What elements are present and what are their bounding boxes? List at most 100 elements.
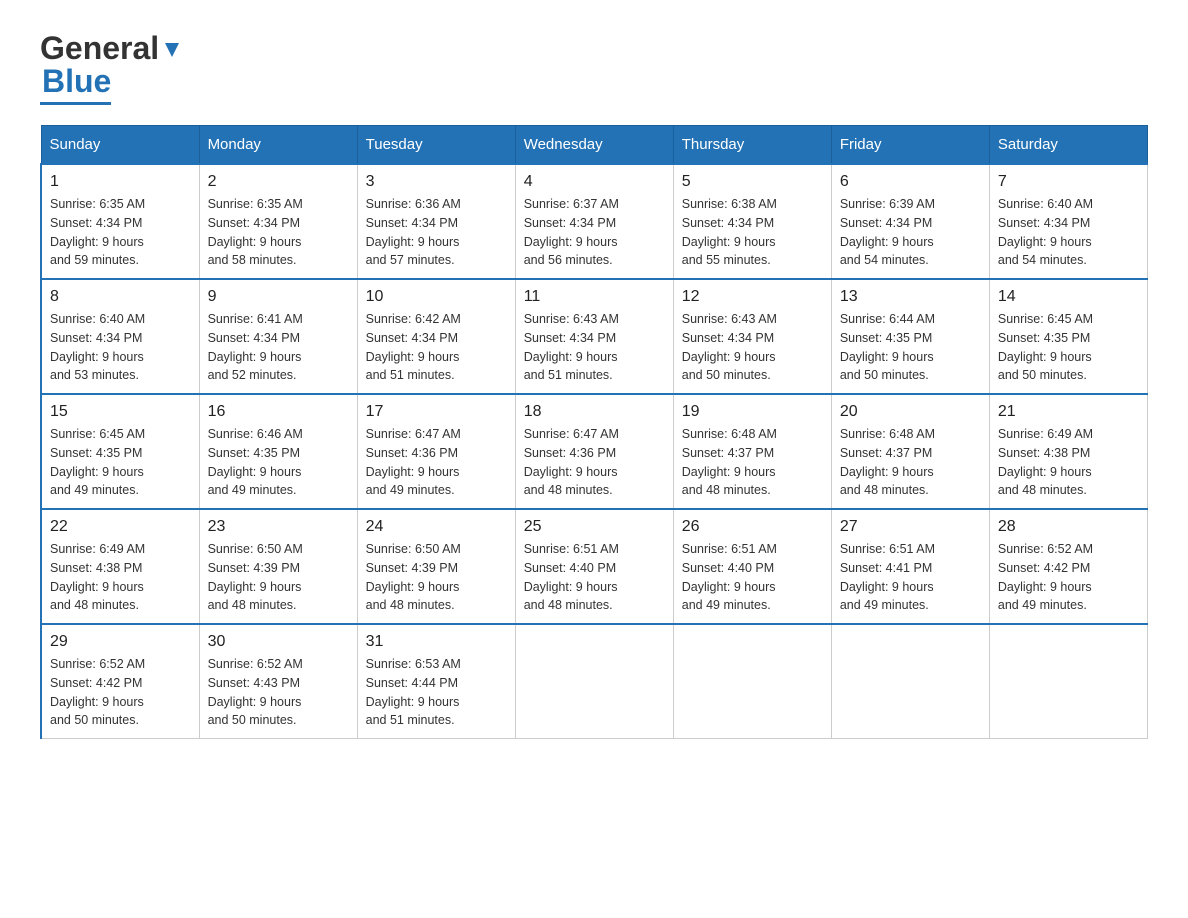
day-info: Sunrise: 6:52 AM Sunset: 4:43 PM Dayligh…: [208, 655, 349, 730]
day-number: 6: [840, 173, 981, 191]
calendar-cell: [831, 624, 989, 739]
day-number: 8: [50, 288, 191, 306]
day-info: Sunrise: 6:41 AM Sunset: 4:34 PM Dayligh…: [208, 310, 349, 385]
day-number: 11: [524, 288, 665, 306]
day-number: 3: [366, 173, 507, 191]
day-info: Sunrise: 6:42 AM Sunset: 4:34 PM Dayligh…: [366, 310, 507, 385]
day-number: 1: [50, 173, 191, 191]
day-info: Sunrise: 6:43 AM Sunset: 4:34 PM Dayligh…: [682, 310, 823, 385]
weekday-header-tuesday: Tuesday: [357, 126, 515, 165]
day-info: Sunrise: 6:36 AM Sunset: 4:34 PM Dayligh…: [366, 195, 507, 270]
calendar-cell: 30 Sunrise: 6:52 AM Sunset: 4:43 PM Dayl…: [199, 624, 357, 739]
calendar-cell: 20 Sunrise: 6:48 AM Sunset: 4:37 PM Dayl…: [831, 394, 989, 509]
weekday-header-wednesday: Wednesday: [515, 126, 673, 165]
calendar-cell: [515, 624, 673, 739]
calendar-cell: 19 Sunrise: 6:48 AM Sunset: 4:37 PM Dayl…: [673, 394, 831, 509]
day-info: Sunrise: 6:47 AM Sunset: 4:36 PM Dayligh…: [524, 425, 665, 500]
day-info: Sunrise: 6:39 AM Sunset: 4:34 PM Dayligh…: [840, 195, 981, 270]
day-number: 2: [208, 173, 349, 191]
day-info: Sunrise: 6:50 AM Sunset: 4:39 PM Dayligh…: [208, 540, 349, 615]
calendar-week-row: 22 Sunrise: 6:49 AM Sunset: 4:38 PM Dayl…: [41, 509, 1148, 624]
calendar-cell: 14 Sunrise: 6:45 AM Sunset: 4:35 PM Dayl…: [989, 279, 1147, 394]
day-info: Sunrise: 6:46 AM Sunset: 4:35 PM Dayligh…: [208, 425, 349, 500]
calendar-cell: 3 Sunrise: 6:36 AM Sunset: 4:34 PM Dayli…: [357, 164, 515, 279]
day-info: Sunrise: 6:43 AM Sunset: 4:34 PM Dayligh…: [524, 310, 665, 385]
calendar-cell: 27 Sunrise: 6:51 AM Sunset: 4:41 PM Dayl…: [831, 509, 989, 624]
calendar-cell: 15 Sunrise: 6:45 AM Sunset: 4:35 PM Dayl…: [41, 394, 199, 509]
day-number: 21: [998, 403, 1139, 421]
weekday-header-row: SundayMondayTuesdayWednesdayThursdayFrid…: [41, 126, 1148, 165]
day-number: 9: [208, 288, 349, 306]
day-number: 7: [998, 173, 1139, 191]
day-number: 14: [998, 288, 1139, 306]
calendar-cell: 21 Sunrise: 6:49 AM Sunset: 4:38 PM Dayl…: [989, 394, 1147, 509]
calendar-cell: 22 Sunrise: 6:49 AM Sunset: 4:38 PM Dayl…: [41, 509, 199, 624]
calendar-cell: 25 Sunrise: 6:51 AM Sunset: 4:40 PM Dayl…: [515, 509, 673, 624]
day-info: Sunrise: 6:44 AM Sunset: 4:35 PM Dayligh…: [840, 310, 981, 385]
calendar-week-row: 8 Sunrise: 6:40 AM Sunset: 4:34 PM Dayli…: [41, 279, 1148, 394]
calendar-cell: 9 Sunrise: 6:41 AM Sunset: 4:34 PM Dayli…: [199, 279, 357, 394]
day-info: Sunrise: 6:45 AM Sunset: 4:35 PM Dayligh…: [50, 425, 191, 500]
day-info: Sunrise: 6:48 AM Sunset: 4:37 PM Dayligh…: [840, 425, 981, 500]
day-number: 29: [50, 633, 191, 651]
calendar-cell: 24 Sunrise: 6:50 AM Sunset: 4:39 PM Dayl…: [357, 509, 515, 624]
day-info: Sunrise: 6:51 AM Sunset: 4:41 PM Dayligh…: [840, 540, 981, 615]
calendar-cell: 11 Sunrise: 6:43 AM Sunset: 4:34 PM Dayl…: [515, 279, 673, 394]
calendar-cell: 18 Sunrise: 6:47 AM Sunset: 4:36 PM Dayl…: [515, 394, 673, 509]
calendar-week-row: 29 Sunrise: 6:52 AM Sunset: 4:42 PM Dayl…: [41, 624, 1148, 739]
weekday-header-sunday: Sunday: [41, 126, 199, 165]
calendar-cell: 26 Sunrise: 6:51 AM Sunset: 4:40 PM Dayl…: [673, 509, 831, 624]
day-number: 31: [366, 633, 507, 651]
day-number: 19: [682, 403, 823, 421]
day-info: Sunrise: 6:40 AM Sunset: 4:34 PM Dayligh…: [50, 310, 191, 385]
calendar-cell: 28 Sunrise: 6:52 AM Sunset: 4:42 PM Dayl…: [989, 509, 1147, 624]
day-info: Sunrise: 6:51 AM Sunset: 4:40 PM Dayligh…: [524, 540, 665, 615]
day-info: Sunrise: 6:35 AM Sunset: 4:34 PM Dayligh…: [208, 195, 349, 270]
calendar-cell: [989, 624, 1147, 739]
day-number: 16: [208, 403, 349, 421]
day-info: Sunrise: 6:35 AM Sunset: 4:34 PM Dayligh…: [50, 195, 191, 270]
calendar-cell: 12 Sunrise: 6:43 AM Sunset: 4:34 PM Dayl…: [673, 279, 831, 394]
day-info: Sunrise: 6:53 AM Sunset: 4:44 PM Dayligh…: [366, 655, 507, 730]
day-number: 17: [366, 403, 507, 421]
day-info: Sunrise: 6:50 AM Sunset: 4:39 PM Dayligh…: [366, 540, 507, 615]
weekday-header-monday: Monday: [199, 126, 357, 165]
day-number: 18: [524, 403, 665, 421]
day-info: Sunrise: 6:37 AM Sunset: 4:34 PM Dayligh…: [524, 195, 665, 270]
calendar-cell: 5 Sunrise: 6:38 AM Sunset: 4:34 PM Dayli…: [673, 164, 831, 279]
weekday-header-saturday: Saturday: [989, 126, 1147, 165]
day-number: 30: [208, 633, 349, 651]
calendar-cell: 17 Sunrise: 6:47 AM Sunset: 4:36 PM Dayl…: [357, 394, 515, 509]
day-number: 20: [840, 403, 981, 421]
day-number: 27: [840, 518, 981, 536]
day-info: Sunrise: 6:49 AM Sunset: 4:38 PM Dayligh…: [50, 540, 191, 615]
calendar-table: SundayMondayTuesdayWednesdayThursdayFrid…: [40, 125, 1148, 739]
calendar-cell: 10 Sunrise: 6:42 AM Sunset: 4:34 PM Dayl…: [357, 279, 515, 394]
day-number: 5: [682, 173, 823, 191]
calendar-cell: [673, 624, 831, 739]
day-info: Sunrise: 6:52 AM Sunset: 4:42 PM Dayligh…: [50, 655, 191, 730]
day-number: 23: [208, 518, 349, 536]
calendar-week-row: 15 Sunrise: 6:45 AM Sunset: 4:35 PM Dayl…: [41, 394, 1148, 509]
calendar-cell: 16 Sunrise: 6:46 AM Sunset: 4:35 PM Dayl…: [199, 394, 357, 509]
day-info: Sunrise: 6:52 AM Sunset: 4:42 PM Dayligh…: [998, 540, 1139, 615]
calendar-cell: 2 Sunrise: 6:35 AM Sunset: 4:34 PM Dayli…: [199, 164, 357, 279]
day-number: 28: [998, 518, 1139, 536]
day-number: 12: [682, 288, 823, 306]
calendar-cell: 4 Sunrise: 6:37 AM Sunset: 4:34 PM Dayli…: [515, 164, 673, 279]
day-number: 25: [524, 518, 665, 536]
calendar-cell: 31 Sunrise: 6:53 AM Sunset: 4:44 PM Dayl…: [357, 624, 515, 739]
weekday-header-thursday: Thursday: [673, 126, 831, 165]
calendar-week-row: 1 Sunrise: 6:35 AM Sunset: 4:34 PM Dayli…: [41, 164, 1148, 279]
logo: General Blue: [40, 30, 183, 105]
day-number: 15: [50, 403, 191, 421]
page-header: General Blue: [40, 30, 1148, 105]
day-number: 10: [366, 288, 507, 306]
day-number: 24: [366, 518, 507, 536]
logo-triangle-icon: [161, 39, 183, 61]
day-info: Sunrise: 6:47 AM Sunset: 4:36 PM Dayligh…: [366, 425, 507, 500]
calendar-cell: 29 Sunrise: 6:52 AM Sunset: 4:42 PM Dayl…: [41, 624, 199, 739]
calendar-cell: 1 Sunrise: 6:35 AM Sunset: 4:34 PM Dayli…: [41, 164, 199, 279]
day-number: 26: [682, 518, 823, 536]
day-info: Sunrise: 6:40 AM Sunset: 4:34 PM Dayligh…: [998, 195, 1139, 270]
